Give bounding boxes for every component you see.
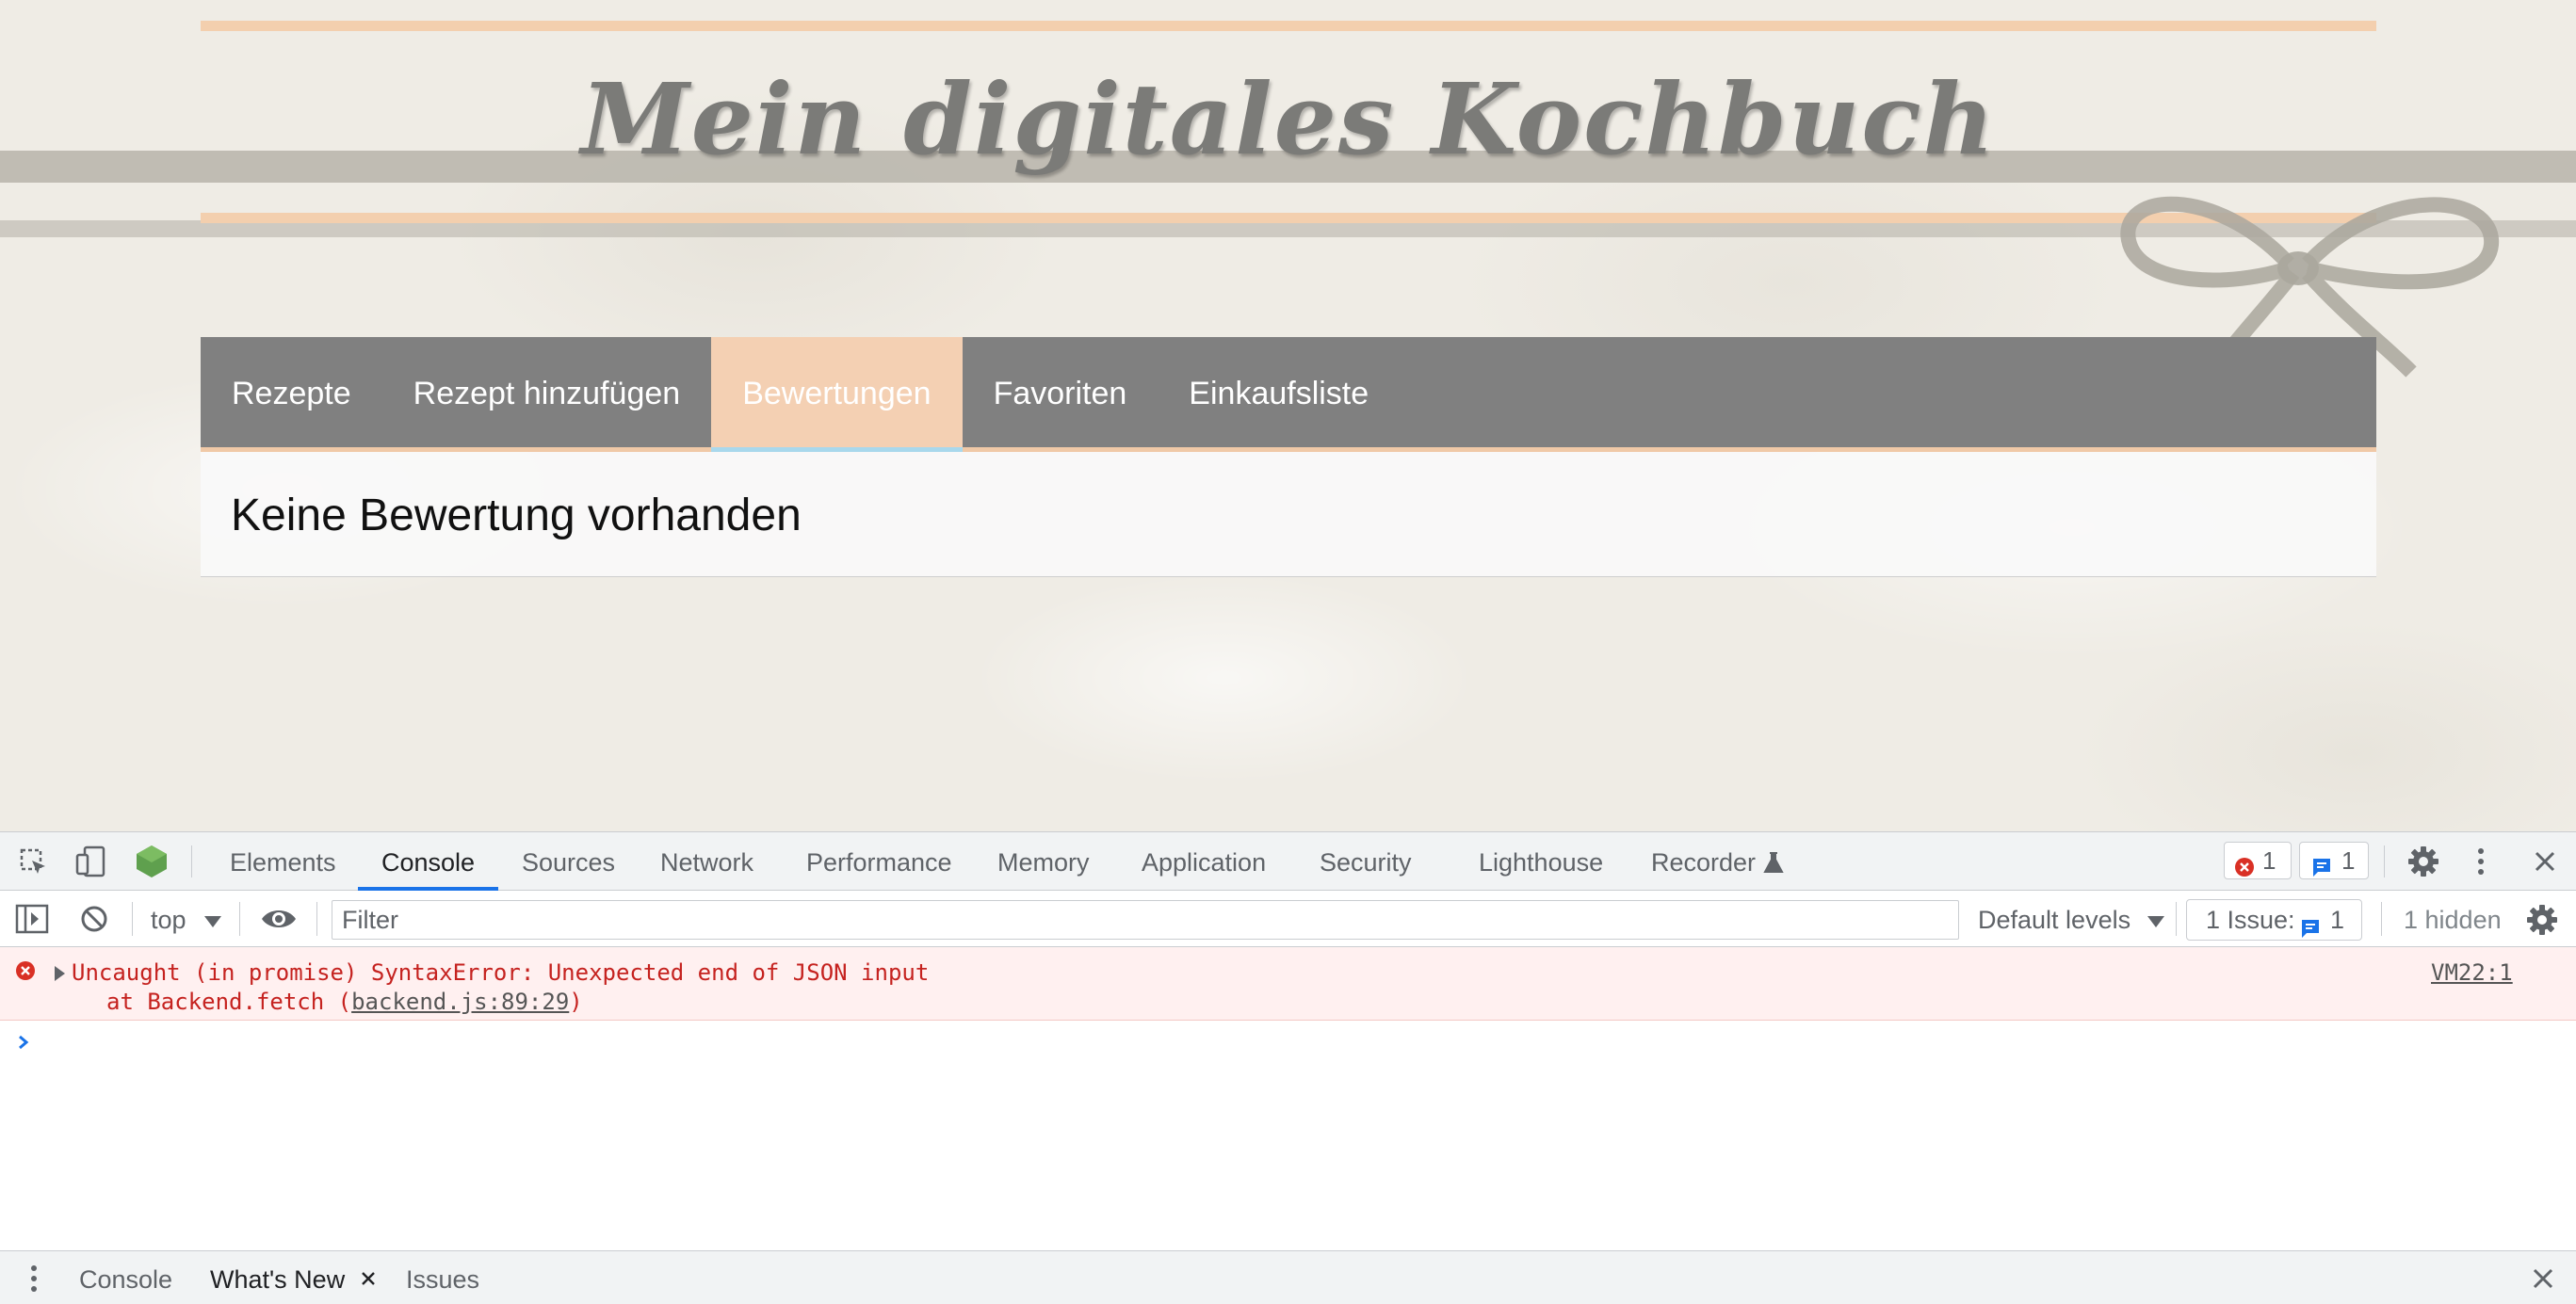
console-prompt[interactable] xyxy=(0,1021,2576,1068)
tab-sources[interactable]: Sources xyxy=(522,832,615,891)
toolbar-separator xyxy=(2176,902,2177,936)
stack-suffix: ) xyxy=(569,989,583,1015)
message-count: 1 xyxy=(2341,846,2356,875)
devtools-main-toolbar: Elements Console Sources Network Perform… xyxy=(0,832,2576,891)
expand-triangle-icon[interactable] xyxy=(55,966,65,981)
header-bottom-line xyxy=(201,213,2376,223)
hidden-count: 1 hidden xyxy=(2404,906,2502,934)
toolbar-separator xyxy=(191,845,192,877)
issues-label: 1 Issue: xyxy=(2206,906,2295,934)
console-error-message: Uncaught (in promise) SyntaxError: Unexp… xyxy=(0,947,2576,1021)
context-selector[interactable]: top xyxy=(151,900,222,940)
settings-gear-icon[interactable] xyxy=(2407,845,2439,882)
nav-item-favoriten[interactable]: Favoriten xyxy=(963,337,1158,447)
error-count: 1 xyxy=(2262,846,2276,875)
message-count-badge[interactable]: 1 xyxy=(2299,842,2369,879)
drawer-tab-whats-new[interactable]: What's New xyxy=(210,1251,345,1304)
experimental-flask-icon xyxy=(1763,851,1784,878)
toolbar-separator xyxy=(316,902,317,936)
drawer-toolbar: Console What's New Issues xyxy=(0,1250,2576,1304)
tab-recorder[interactable]: Recorder xyxy=(1651,832,1756,891)
issue-message-icon xyxy=(2300,910,2321,950)
drawer-menu-icon[interactable] xyxy=(29,1264,39,1297)
stack-prefix: at Backend.fetch ( xyxy=(106,989,352,1015)
close-devtools-icon[interactable] xyxy=(2534,850,2556,877)
clear-console-icon[interactable] xyxy=(79,904,109,939)
toolbar-separator xyxy=(2381,902,2382,936)
error-stack-line: at Backend.fetch (backend.js:89:29) xyxy=(106,989,583,1015)
issues-count: 1 xyxy=(2330,906,2345,934)
tab-application[interactable]: Application xyxy=(1142,832,1266,891)
nav-item-rezepte[interactable]: Rezepte xyxy=(201,337,382,447)
error-icon xyxy=(2234,851,2255,887)
inspect-element-icon[interactable] xyxy=(19,847,49,882)
log-levels-dropdown[interactable]: Default levels xyxy=(1978,900,2164,940)
empty-ratings-message: Keine Bewertung vorhanden xyxy=(231,491,802,540)
devtools-panel: Elements Console Sources Network Perform… xyxy=(0,831,2576,1304)
tab-performance[interactable]: Performance xyxy=(806,832,952,891)
nav-item-bewertungen[interactable]: Bewertungen xyxy=(711,337,963,452)
context-label: top xyxy=(151,906,186,934)
issues-button[interactable]: 1 Issue: 1 xyxy=(2186,899,2362,941)
node-extension-icon[interactable] xyxy=(135,844,169,884)
main-navigation: Rezepte Rezept hinzufügen Bewertungen Fa… xyxy=(201,337,2376,452)
live-expression-eye-icon[interactable] xyxy=(260,907,298,936)
message-icon xyxy=(2311,851,2332,887)
nav-item-einkaufsliste[interactable]: Einkaufsliste xyxy=(1158,337,1400,447)
sidebar-toggle-icon[interactable] xyxy=(15,904,49,939)
close-tab-icon[interactable] xyxy=(361,1271,376,1291)
tab-lighthouse[interactable]: Lighthouse xyxy=(1479,832,1603,891)
content-panel: Keine Bewertung vorhanden xyxy=(201,452,2376,577)
error-count-badge[interactable]: 1 xyxy=(2224,842,2292,879)
device-toggle-icon[interactable] xyxy=(75,845,107,882)
toolbar-separator xyxy=(239,902,240,936)
stack-source-link[interactable]: backend.js:89:29 xyxy=(351,989,569,1015)
close-drawer-icon[interactable] xyxy=(2533,1268,2553,1294)
tab-memory[interactable]: Memory xyxy=(997,832,1090,891)
toolbar-separator xyxy=(132,902,133,936)
error-text: Uncaught (in promise) SyntaxError: Unexp… xyxy=(72,959,930,986)
error-source-link[interactable]: VM22:1 xyxy=(2431,959,2513,986)
drawer-tab-issues[interactable]: Issues xyxy=(406,1251,479,1304)
console-filter-input[interactable] xyxy=(332,900,1959,940)
dropdown-arrow-icon xyxy=(2147,915,2164,927)
nav-item-rezept-hinzufuegen[interactable]: Rezept hinzufügen xyxy=(382,337,712,447)
header-top-line xyxy=(201,21,2376,31)
toolbar-separator xyxy=(2384,845,2385,877)
prompt-chevron-icon xyxy=(17,1034,30,1055)
log-levels-label: Default levels xyxy=(1978,906,2131,934)
error-icon xyxy=(15,960,36,987)
console-toolbar: top Default levels 1 Issue: 1 1 hidden xyxy=(0,891,2576,947)
tab-elements[interactable]: Elements xyxy=(230,832,336,891)
site-title: Mein digitales Kochbuch xyxy=(580,61,1997,177)
console-settings-gear-icon[interactable] xyxy=(2526,904,2558,941)
tab-security[interactable]: Security xyxy=(1320,832,1412,891)
tab-console[interactable]: Console xyxy=(358,832,499,891)
tab-network[interactable]: Network xyxy=(660,832,753,891)
page-viewport: Mein digitales Kochbuch Rezepte Rezept h… xyxy=(0,0,2576,831)
more-options-icon[interactable] xyxy=(2475,847,2487,880)
dropdown-arrow-icon xyxy=(204,915,222,927)
drawer-tab-console[interactable]: Console xyxy=(79,1251,172,1304)
